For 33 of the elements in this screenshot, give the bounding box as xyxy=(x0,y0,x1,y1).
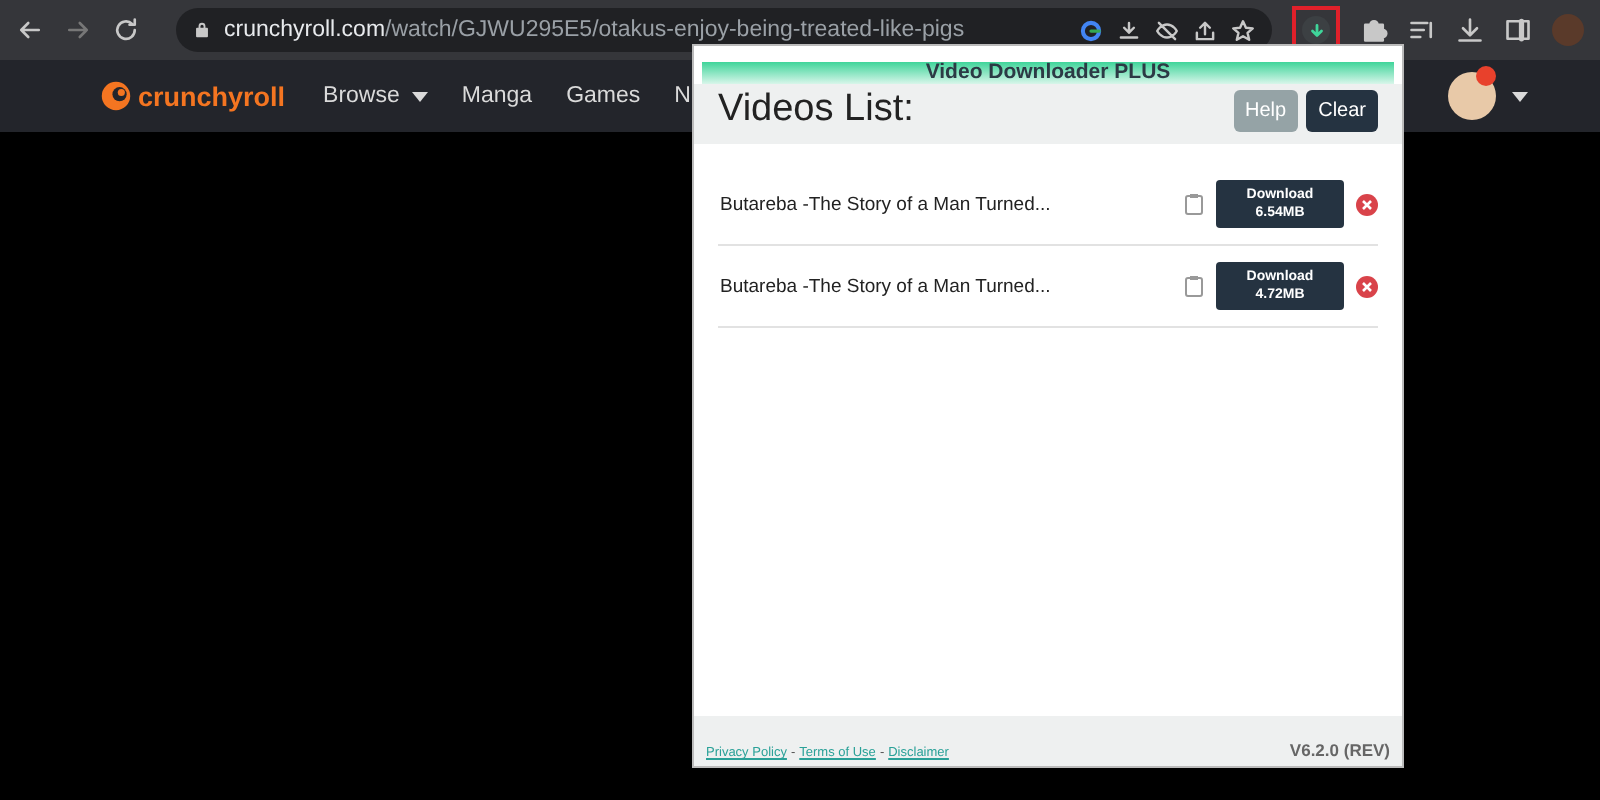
nav-link[interactable]: Browse xyxy=(323,84,428,108)
header-button[interactable]: Clear xyxy=(1306,89,1378,131)
lock-icon xyxy=(192,20,212,40)
google-icon[interactable] xyxy=(1078,17,1104,43)
version-label: V6.2.0 (REV) xyxy=(1289,740,1390,760)
caret-icon xyxy=(411,91,428,101)
video-title: Butareba -The Story of a Man Turned... xyxy=(720,275,1053,297)
clipboard-icon[interactable] xyxy=(1184,274,1204,298)
clipboard-icon[interactable] xyxy=(1184,192,1204,216)
download-icon[interactable] xyxy=(1456,16,1484,44)
media-list-icon[interactable] xyxy=(1408,16,1436,44)
download-icon[interactable] xyxy=(1116,17,1142,43)
caret-icon[interactable] xyxy=(1512,92,1528,102)
eye-off-icon[interactable] xyxy=(1154,17,1180,43)
url-text: crunchyroll.com/watch/GJWU295E5/otakus-enjoy-being-treated-like-pigs xyxy=(224,18,967,42)
list-heading: Videos List: xyxy=(718,88,916,132)
download-arrow-icon xyxy=(1307,21,1325,39)
remove-icon[interactable] xyxy=(1356,275,1378,297)
back-icon[interactable] xyxy=(16,16,44,44)
side-panel-icon[interactable] xyxy=(1504,16,1532,44)
nav-link[interactable]: Manga xyxy=(461,84,533,108)
puzzle-icon[interactable] xyxy=(1360,16,1388,44)
star-icon[interactable] xyxy=(1230,17,1256,43)
popup-title: Video Downloader PLUS xyxy=(702,62,1394,84)
remove-icon[interactable] xyxy=(1356,193,1378,215)
address-bar[interactable]: crunchyroll.com/watch/GJWU295E5/otakus-enjoy-being-treated-like-pigs xyxy=(176,8,1272,52)
share-icon[interactable] xyxy=(1192,17,1218,43)
nav-link[interactable]: Games xyxy=(566,84,641,108)
video-title: Butareba -The Story of a Man Turned... xyxy=(720,193,1053,215)
site-logo[interactable]: crunchyroll xyxy=(100,80,286,112)
nav-link[interactable]: N xyxy=(674,84,691,108)
reload-icon[interactable] xyxy=(112,16,140,44)
forward-icon[interactable] xyxy=(64,16,92,44)
